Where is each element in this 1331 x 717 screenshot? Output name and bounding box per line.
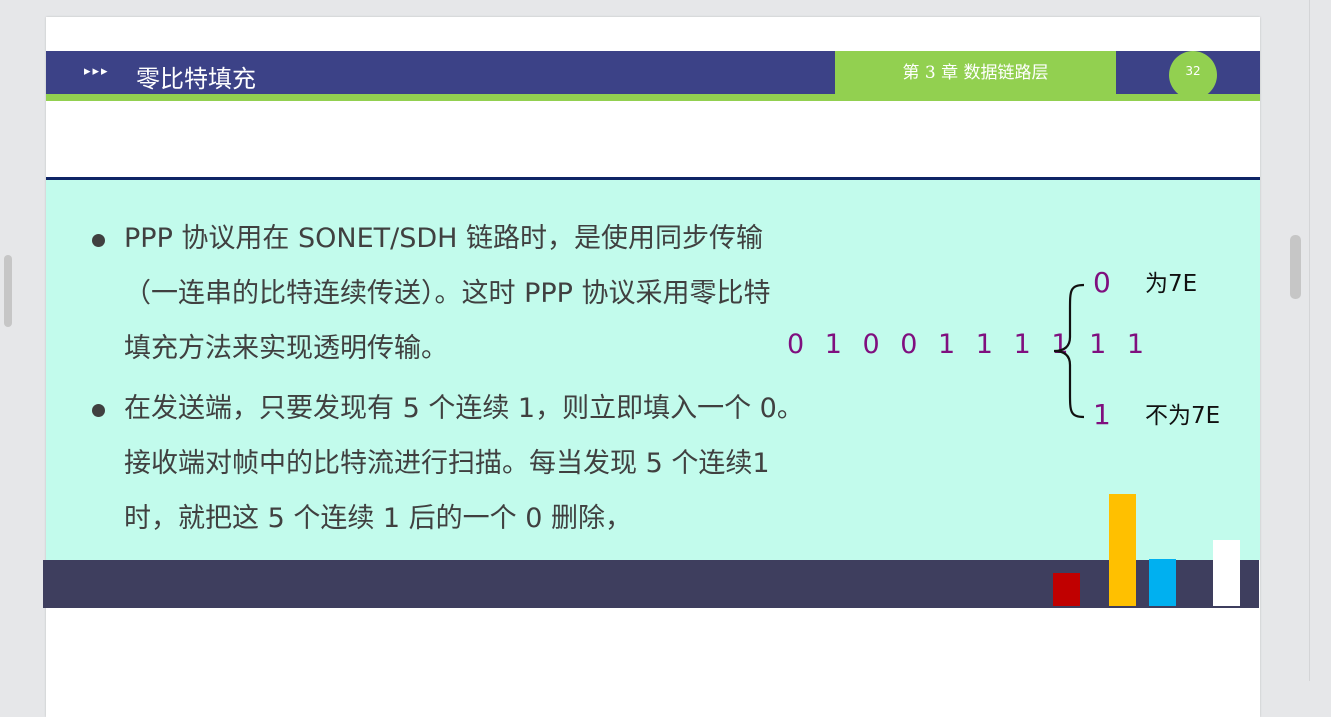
page-number-badge: 32 [1169,51,1217,99]
bullet-2-line-3: 时，就把这 5 个连续 1 后的一个 0 删除， [124,503,633,534]
deco-bar-white [1213,540,1240,606]
branch-top-bit: 0 [1093,266,1111,299]
chapter-label: 第 3 章 数据链路层 [835,51,1116,101]
bullet-1-line-2: （一连串的比特连续传送）。这时 PPP 协议采用零比特 [124,278,771,309]
bullet-2-line-1: 在发送端，只要发现有 5 个连续 1，则立即填入一个 0。 [124,393,804,424]
deco-bar-red [1053,573,1080,606]
deco-bar-blue [1149,559,1176,606]
slide-title: 零比特填充 [136,65,256,93]
bullet-paragraph-2: 在发送端，只要发现有 5 个连续 1，则立即填入一个 0。 接收端对帧中的比特流… [124,381,884,546]
branch-bottom-bit: 1 [1093,398,1111,431]
slide: ▸▸▸ 零比特填充 第 3 章 数据链路层 32 PPP 协议用在 SONET/… [43,17,1260,717]
header-arrows-icon: ▸▸▸ [84,64,110,79]
branch-bottom-label: 不为7E [1145,403,1221,429]
left-scrollbar-thumb[interactable] [4,255,12,327]
branch-top-label: 为7E [1145,271,1198,297]
bit-sequence: 0 1 0 0 1 1 1 1 1 1 [787,329,1151,360]
right-scrollbar-thumb[interactable] [1290,235,1301,299]
bullet-1-line-1: PPP 协议用在 SONET/SDH 链路时，是使用同步传输 [124,223,764,254]
curly-brace-icon [1053,283,1085,419]
bullet-dot-icon [92,404,105,417]
bullet-1-line-3: 填充方法来实现透明传输。 [124,333,448,364]
bullet-dot-icon [92,234,105,247]
right-gutter [1309,0,1310,681]
deco-bar-yellow [1109,494,1136,606]
bullet-2-line-2: 接收端对帧中的比特流进行扫描。每当发现 5 个连续1 [124,448,770,479]
bullet-paragraph-1: PPP 协议用在 SONET/SDH 链路时，是使用同步传输 （一连串的比特连续… [124,211,884,376]
